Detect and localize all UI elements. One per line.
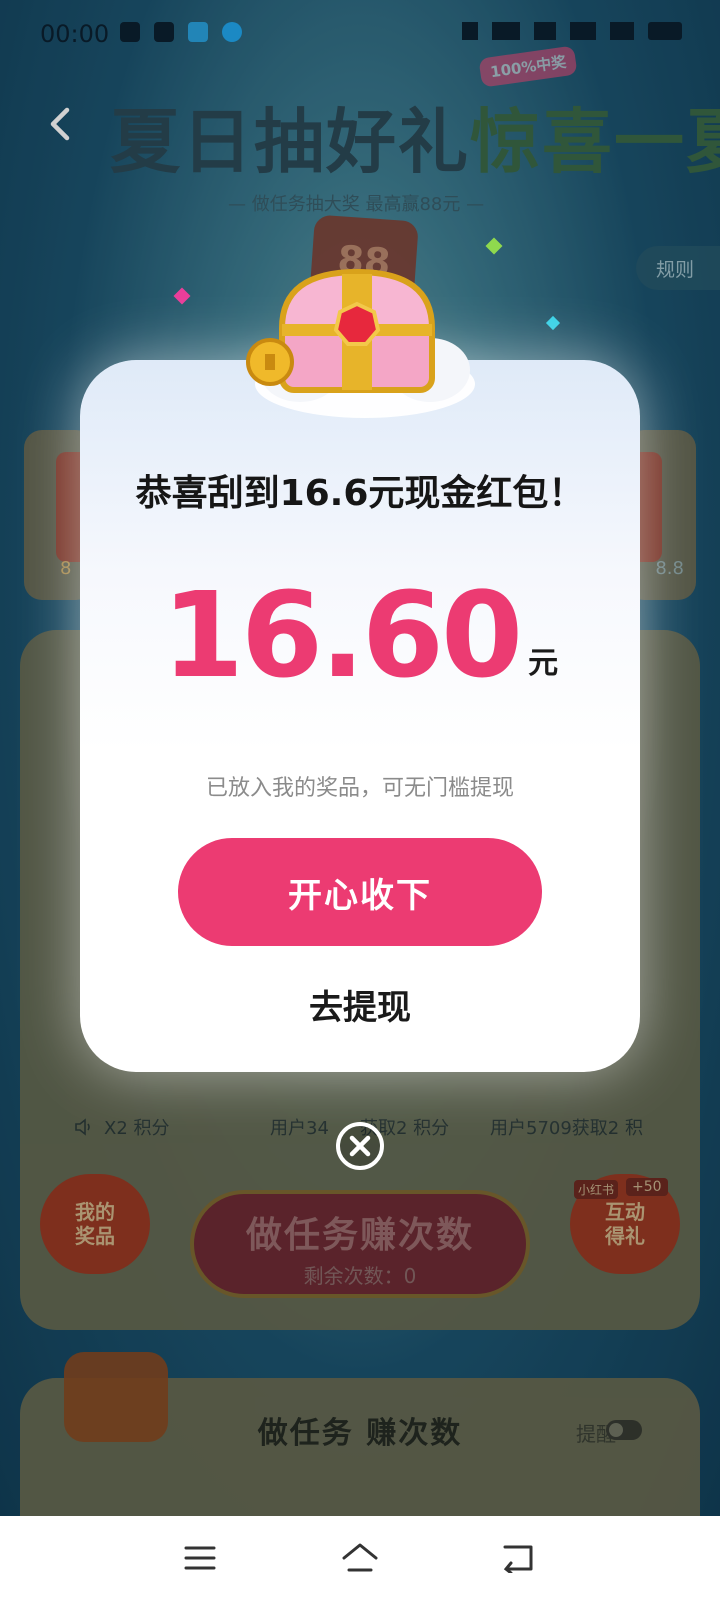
back-icon	[503, 1545, 533, 1573]
nav-menu-button[interactable]	[178, 1536, 222, 1580]
reward-note: 已放入我的奖品，可无门槛提现	[205, 776, 514, 801]
reward-unit: 元	[528, 646, 559, 681]
treasure-chest-icon	[246, 268, 475, 418]
reward-dialog: 恭喜刮到16.6元现金红包！ 16.60 元 已放入我的奖品，可无门槛提现 开心收…	[80, 360, 640, 1072]
menu-icon	[184, 1546, 216, 1570]
withdraw-link[interactable]: 去提现	[80, 980, 640, 1029]
system-nav-bar	[0, 1516, 720, 1600]
dialog-title: 恭喜刮到16.6元现金红包！	[135, 473, 585, 514]
nav-back-button[interactable]	[496, 1536, 540, 1580]
close-circle-icon[interactable]	[334, 1120, 386, 1172]
home-icon	[342, 1543, 378, 1572]
nav-home-button[interactable]	[338, 1536, 382, 1580]
accept-button[interactable]: 开心收下	[178, 838, 542, 946]
reward-amount-row: 16.60 元	[80, 566, 640, 704]
reward-amount: 16.60	[161, 566, 523, 704]
